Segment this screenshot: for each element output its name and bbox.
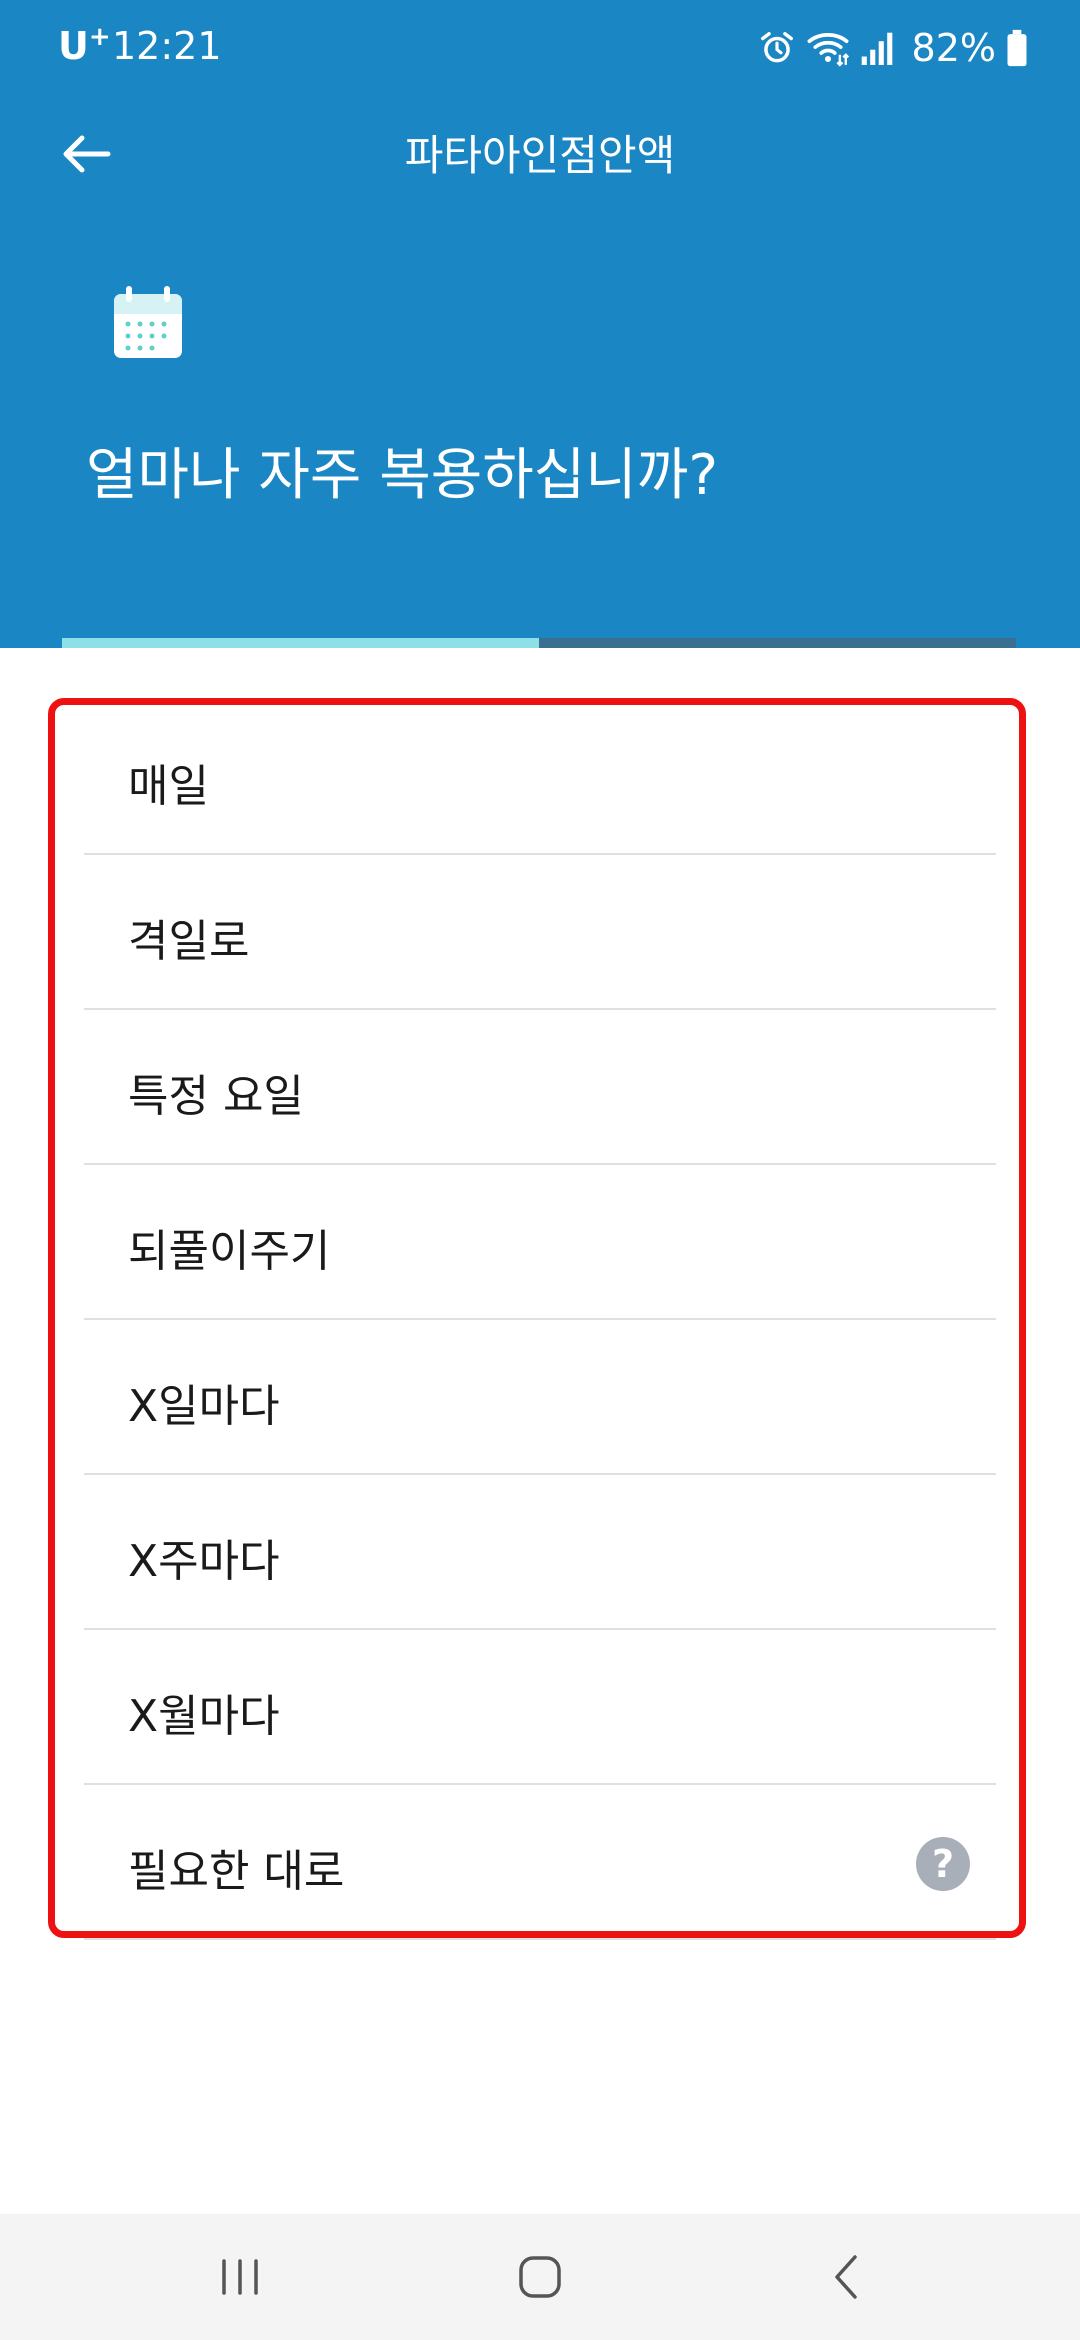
battery-percentage: 82% bbox=[911, 26, 996, 70]
calendar-icon bbox=[114, 286, 182, 358]
arrow-left-icon bbox=[63, 135, 111, 173]
option-every-x-weeks[interactable]: X주마다 bbox=[84, 1475, 996, 1630]
home-icon bbox=[519, 2256, 561, 2298]
progress-fill bbox=[62, 638, 539, 648]
status-time: 12:21 bbox=[112, 24, 222, 68]
option-every-other-day[interactable]: 격일로 bbox=[84, 855, 996, 1010]
option-label: X일마다 bbox=[128, 1381, 280, 1432]
option-every-x-months[interactable]: X월마다 bbox=[84, 1630, 996, 1785]
page-title: 파타아인점안액 bbox=[404, 131, 676, 180]
home-button[interactable] bbox=[470, 2214, 610, 2340]
option-daily[interactable]: 매일 bbox=[84, 700, 996, 855]
option-label: X주마다 bbox=[128, 1536, 280, 1587]
option-as-needed[interactable]: 필요한 대로 ? bbox=[84, 1785, 996, 1940]
recent-apps-icon bbox=[222, 2259, 258, 2295]
help-icon[interactable]: ? bbox=[916, 1837, 970, 1891]
header: U+ 12:21 82% 파타아인점안액 얼마나 자주 복용하십니까? bbox=[0, 0, 1080, 648]
status-bar: U+ 12:21 82% bbox=[0, 0, 1080, 96]
option-label: 격일로 bbox=[128, 916, 250, 967]
battery-icon bbox=[1007, 29, 1027, 67]
progress-bar bbox=[62, 638, 1016, 648]
option-label: X월마다 bbox=[128, 1691, 280, 1742]
app-bar: 파타아인점안액 bbox=[0, 96, 1080, 208]
option-label: 특정 요일 bbox=[128, 1071, 304, 1122]
option-specific-days[interactable]: 특정 요일 bbox=[84, 1010, 996, 1165]
option-cycle[interactable]: 되풀이주기 bbox=[84, 1165, 996, 1320]
alarm-icon bbox=[760, 32, 793, 63]
signal-icon bbox=[861, 32, 892, 65]
option-every-x-days[interactable]: X일마다 bbox=[84, 1320, 996, 1475]
wifi-icon bbox=[807, 33, 849, 67]
carrier-label: U+ bbox=[58, 22, 111, 68]
back-button[interactable] bbox=[44, 112, 128, 196]
system-nav-bar bbox=[0, 2214, 1080, 2340]
status-icons: 82% bbox=[758, 20, 1028, 76]
frequency-options-list: 매일 격일로 특정 요일 되풀이주기 X일마다 X주마다 X월마다 필요한 대로… bbox=[84, 700, 996, 1940]
back-icon bbox=[835, 2255, 857, 2299]
recent-apps-button[interactable] bbox=[170, 2214, 310, 2340]
option-label: 매일 bbox=[128, 761, 209, 812]
option-label: 되풀이주기 bbox=[128, 1226, 331, 1277]
system-back-button[interactable] bbox=[776, 2214, 916, 2340]
option-label: 필요한 대로 bbox=[128, 1846, 345, 1897]
question-heading: 얼마나 자주 복용하십니까? bbox=[86, 443, 719, 508]
